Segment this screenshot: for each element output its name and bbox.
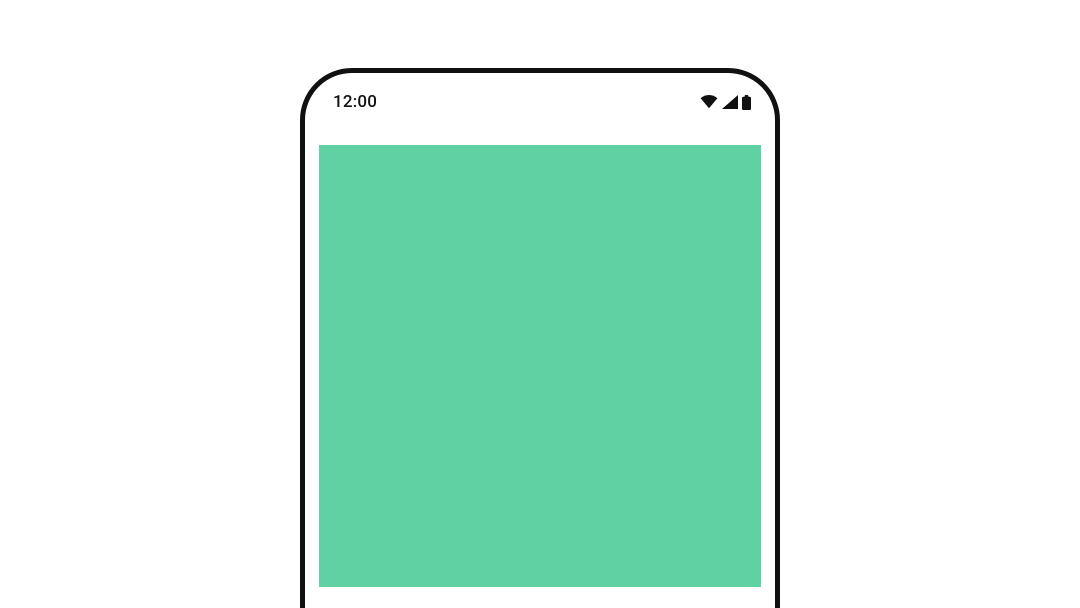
status-bar-icons	[700, 95, 751, 110]
status-bar-time: 12:00	[333, 92, 377, 112]
battery-icon	[742, 95, 751, 110]
stage: 12:00	[0, 0, 1080, 608]
status-bar: 12:00	[305, 73, 775, 131]
content-area	[305, 131, 775, 587]
content-color-block	[319, 145, 761, 587]
wifi-icon	[700, 95, 718, 109]
phone-frame: 12:00	[300, 68, 780, 608]
cellular-signal-icon	[722, 95, 738, 109]
